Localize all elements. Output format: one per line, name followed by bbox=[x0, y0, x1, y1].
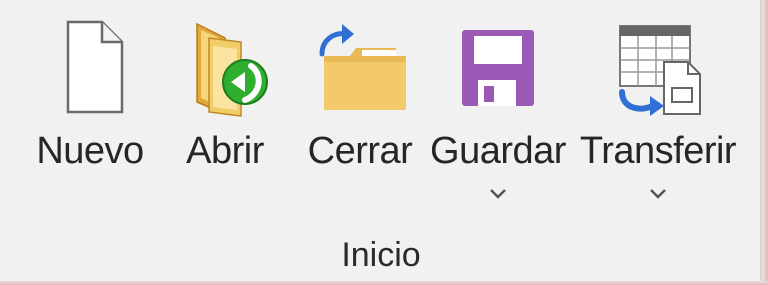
transfer-button[interactable]: Transferir bbox=[578, 8, 738, 218]
new-button[interactable]: Nuevo bbox=[30, 8, 150, 218]
close-button-label: Cerrar bbox=[307, 130, 413, 172]
close-folder-icon bbox=[310, 16, 410, 118]
ribbon-group-inicio: Nuevo Abrir Cerrar Guardar Transferir In… bbox=[0, 0, 768, 285]
save-button-label: Guardar bbox=[430, 130, 566, 172]
open-folder-icon bbox=[175, 16, 275, 118]
transfer-icon bbox=[608, 16, 708, 118]
close-button[interactable]: Cerrar bbox=[300, 8, 420, 218]
transfer-dropdown-chevron-icon[interactable] bbox=[648, 186, 668, 202]
open-button[interactable]: Abrir bbox=[165, 8, 285, 218]
save-disk-icon bbox=[448, 16, 548, 118]
save-button[interactable]: Guardar bbox=[430, 8, 566, 218]
transfer-button-label: Transferir bbox=[579, 130, 737, 172]
new-button-label: Nuevo bbox=[36, 130, 144, 172]
save-dropdown-chevron-icon[interactable] bbox=[488, 186, 508, 202]
open-button-label: Abrir bbox=[186, 130, 264, 172]
window-edge-bottom bbox=[0, 281, 768, 285]
new-document-icon bbox=[40, 16, 140, 118]
group-label: Inicio bbox=[341, 236, 421, 274]
window-edge bbox=[762, 0, 768, 285]
